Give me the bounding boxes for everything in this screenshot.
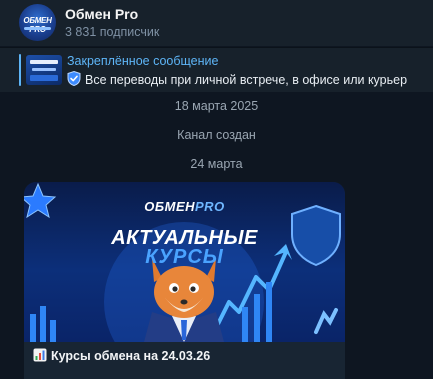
channel-header[interactable]: ОБМЕН PRO Обмен Pro 3 831 подписчик [0, 0, 433, 46]
pinned-text: Все переводы при личной встрече, в офисе… [85, 73, 408, 87]
fox-mascot-illustration [144, 258, 224, 342]
chart-emoji-icon [33, 348, 47, 365]
pinned-message-bar[interactable]: Закреплённое сообщение Все переводы при … [0, 47, 433, 92]
avatar-logo-text: ОБМЕН PRO [23, 16, 52, 34]
post-caption-text: Курсы обмена на 24.03.26 [51, 349, 211, 363]
shield-emoji-icon [67, 71, 81, 89]
post-caption: Курсы обмена на 24.03.26 [33, 348, 210, 365]
post-headline-second-line: КУРСЫ [145, 246, 224, 268]
subscriber-count: 3 831 подписчик [65, 25, 160, 39]
date-separator: 24 марта [190, 157, 243, 171]
post-brand-logo: ОБМЕНPRO [144, 199, 225, 214]
pinned-title: Закреплённое сообщение [67, 54, 219, 68]
pinned-accent-bar [19, 54, 21, 86]
channel-title[interactable]: Обмен Pro [65, 6, 138, 22]
service-message: Канал создан [177, 128, 256, 142]
avatar-logo-bar [24, 27, 51, 30]
pinned-thumbnail [26, 55, 62, 85]
channel-post[interactable]: ОБМЕНPRO АКТУАЛЬНЫЕ КУРСЫ Курсы обмена н… [24, 182, 345, 379]
post-image[interactable]: ОБМЕНPRO АКТУАЛЬНЫЕ КУРСЫ [24, 182, 345, 342]
date-separator: 18 марта 2025 [174, 99, 259, 113]
pinned-preview: Все переводы при личной встрече, в офисе… [67, 71, 433, 89]
channel-avatar[interactable]: ОБМЕН PRO [19, 4, 56, 41]
